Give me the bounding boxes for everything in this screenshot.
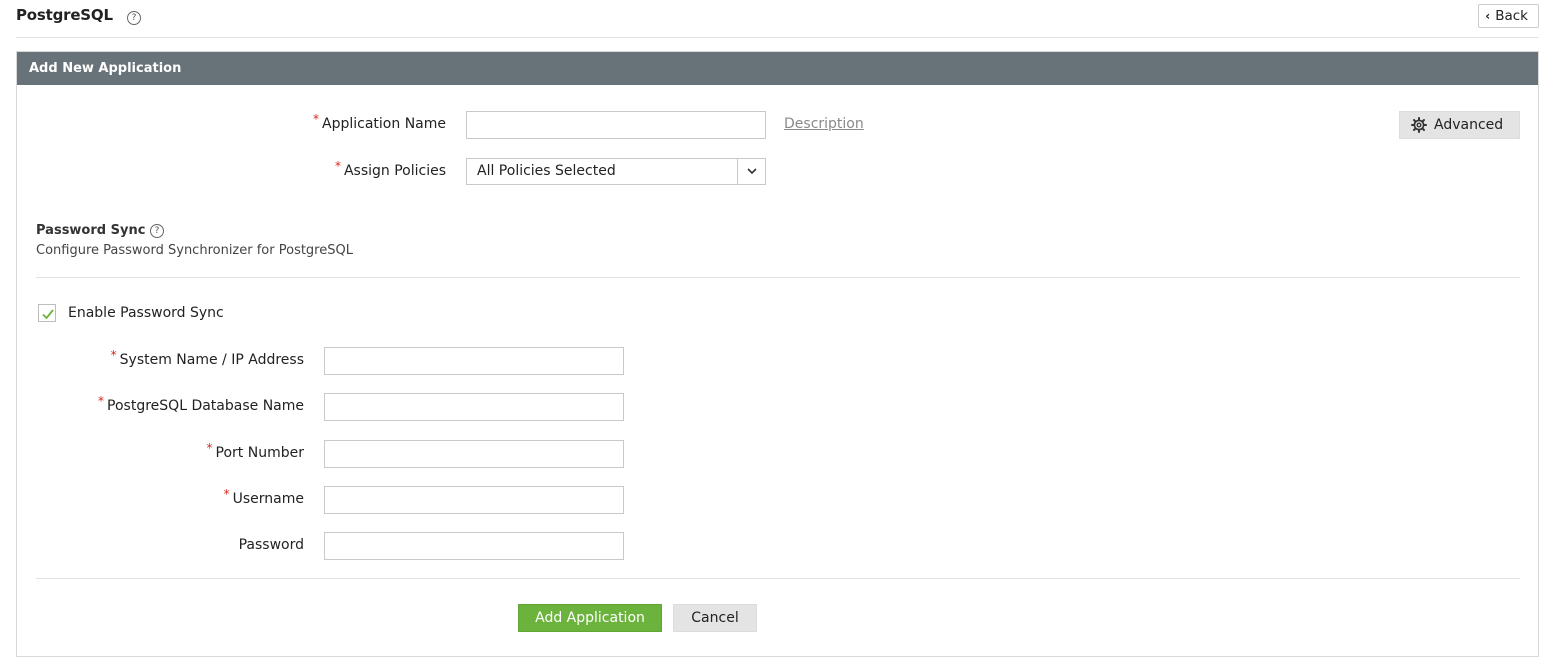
application-name-input[interactable] bbox=[466, 111, 766, 139]
required-marker: * bbox=[313, 112, 320, 126]
header-divider bbox=[16, 37, 1539, 38]
password-sync-help-icon[interactable]: ? bbox=[150, 224, 164, 238]
enable-password-sync-checkbox[interactable] bbox=[38, 304, 56, 322]
checkmark-icon bbox=[42, 309, 54, 320]
back-button[interactable]: ‹ Back bbox=[1478, 4, 1539, 28]
page-title: PostgreSQL bbox=[16, 6, 113, 24]
panel-title: Add New Application bbox=[17, 52, 1538, 85]
required-marker: * bbox=[334, 159, 341, 173]
add-application-panel: Add New Application * Application Name De… bbox=[16, 51, 1539, 657]
application-name-label: * Application Name bbox=[313, 112, 446, 132]
assign-policies-value: All Policies Selected bbox=[477, 163, 616, 179]
gear-icon bbox=[1411, 117, 1427, 133]
help-icon[interactable]: ? bbox=[127, 11, 141, 25]
required-marker: * bbox=[223, 487, 230, 501]
required-marker: * bbox=[206, 441, 213, 455]
system-name-input[interactable] bbox=[324, 347, 624, 375]
password-input[interactable] bbox=[324, 532, 624, 560]
add-application-button[interactable]: Add Application bbox=[518, 604, 662, 632]
password-sync-subtitle: Configure Password Synchronizer for Post… bbox=[36, 243, 353, 258]
chevron-left-icon: ‹ bbox=[1485, 9, 1491, 23]
chevron-down-icon[interactable] bbox=[737, 159, 765, 184]
database-name-input[interactable] bbox=[324, 393, 624, 421]
description-link[interactable]: Description bbox=[784, 116, 864, 132]
advanced-button[interactable]: Advanced bbox=[1399, 111, 1520, 139]
username-input[interactable] bbox=[324, 486, 624, 514]
port-number-label: * Port Number bbox=[206, 441, 304, 461]
username-label: * Username bbox=[223, 487, 304, 507]
advanced-button-label: Advanced bbox=[1434, 117, 1504, 133]
assign-policies-label: * Assign Policies bbox=[334, 159, 446, 179]
cancel-button[interactable]: Cancel bbox=[673, 604, 757, 632]
assign-policies-select[interactable]: All Policies Selected bbox=[466, 158, 766, 185]
port-number-input[interactable] bbox=[324, 440, 624, 468]
password-sync-title: Password Sync bbox=[36, 223, 146, 238]
back-button-label: Back bbox=[1495, 8, 1528, 24]
section-divider bbox=[36, 277, 1520, 278]
password-label: Password bbox=[238, 537, 304, 553]
actions-divider bbox=[36, 578, 1520, 579]
enable-password-sync-label[interactable]: Enable Password Sync bbox=[68, 305, 224, 321]
system-name-label: * System Name / IP Address bbox=[110, 348, 304, 368]
required-marker: * bbox=[110, 348, 117, 362]
required-marker: * bbox=[98, 394, 105, 408]
database-name-label: * PostgreSQL Database Name bbox=[98, 394, 304, 414]
